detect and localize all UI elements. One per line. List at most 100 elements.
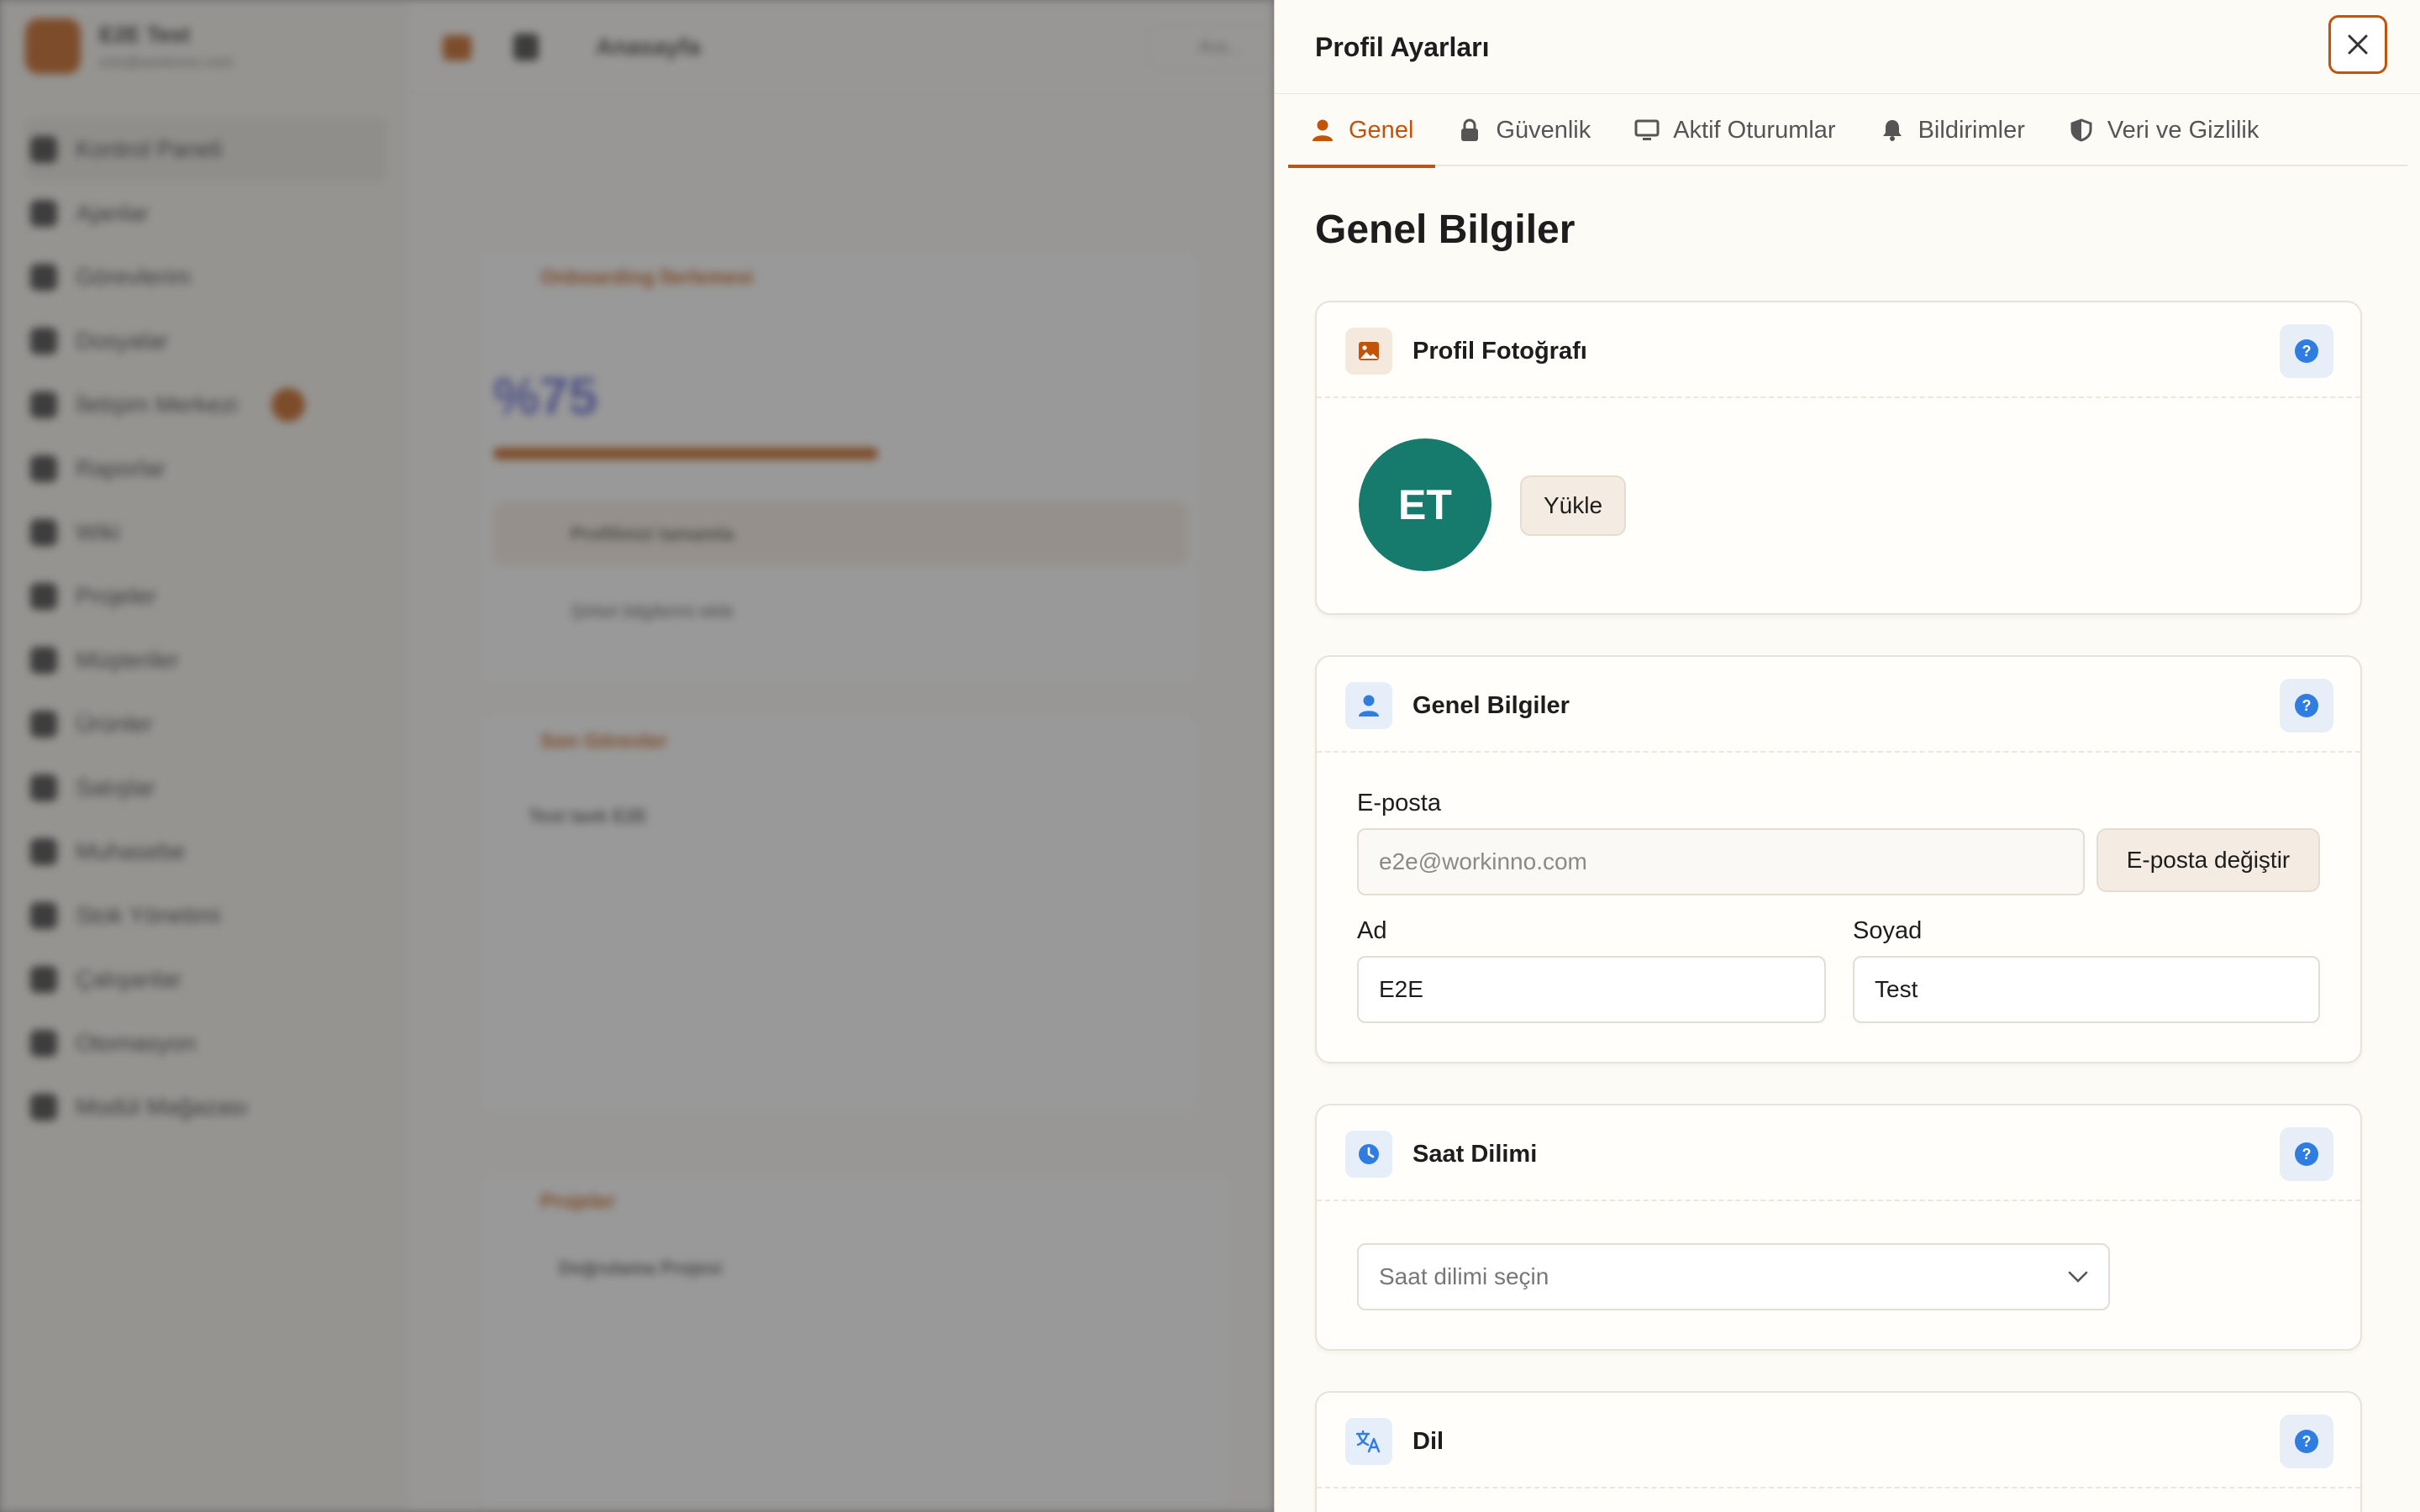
upload-button[interactable]: Yükle — [1520, 475, 1626, 536]
bg-nav-item: Kontrol Paneli — [25, 118, 387, 181]
app-logo — [25, 18, 81, 74]
tab-veri-ve-gizlilik[interactable]: Veri ve Gizlilik — [2047, 94, 2281, 166]
user-icon — [1345, 682, 1392, 729]
bg-card-title: Son Görevler — [540, 730, 667, 753]
bg-nav-label: Müşteriler — [76, 647, 179, 673]
bg-nav-label: Kontrol Paneli — [76, 136, 223, 162]
bg-nav-label: İletişim Merkezi — [76, 391, 238, 417]
bg-nav-item: Satışlar — [25, 756, 387, 820]
bg-app-subtitle: e2e@workinno.com — [99, 54, 234, 71]
section-title: Genel Bilgiler — [1315, 207, 1576, 252]
background-app: E2E Test e2e@workinno.com Kontrol Paneli… — [0, 0, 1315, 1512]
tab-aktif-oturumlar[interactable]: Aktif Oturumlar — [1612, 94, 1857, 166]
clock-icon — [1345, 1131, 1392, 1178]
bg-nav-icon — [30, 328, 57, 354]
bg-percent: %75 — [493, 368, 598, 426]
timezone-card: Saat Dilimi ? Saat dilimi seçin — [1315, 1104, 2362, 1351]
bg-nav-item: Görevlerim — [25, 245, 387, 309]
bg-card-title: Projeler — [540, 1190, 616, 1213]
profile-settings-panel: Profil Ayarları Genel Güvenlik Aktif Otu… — [1274, 0, 2420, 1512]
email-label: E-posta — [1357, 790, 1441, 816]
user-icon — [1310, 118, 1335, 143]
close-button[interactable] — [2328, 15, 2387, 74]
bg-nav-item: Modül Mağazası — [25, 1075, 387, 1139]
card-header: Profil Fotoğrafı ? — [1317, 302, 2360, 398]
bg-nav-item: Stok Yönetimi — [25, 884, 387, 948]
bg-card-title: Onboarding İlerlemesi — [540, 266, 754, 289]
bg-nav-icon — [30, 711, 57, 738]
chevron-down-icon — [2068, 1271, 2088, 1283]
bg-menu-icon — [443, 35, 471, 60]
bg-nav-label: Çalışanlar — [76, 966, 182, 992]
bg-card-projects: Projeler Doğrulama Projesi — [477, 1173, 1234, 1509]
avatar: ET — [1359, 438, 1491, 571]
bg-nav-icon — [30, 966, 57, 993]
bg-nav-item: İletişim Merkezi — [25, 373, 387, 437]
close-icon — [2348, 34, 2368, 55]
select-placeholder: Saat dilimi seçin — [1379, 1263, 1549, 1289]
bg-nav-icon — [30, 647, 57, 674]
bg-nav-icon — [30, 1094, 57, 1121]
help-button[interactable]: ? — [2280, 324, 2333, 378]
translate-icon — [1345, 1418, 1392, 1465]
bg-home-icon — [513, 34, 539, 60]
card-title: Profil Fotoğrafı — [1413, 338, 1587, 365]
bg-nav-item: Çalışanlar — [25, 948, 387, 1011]
bg-nav-label: Modül Mağazası — [76, 1094, 249, 1120]
bg-progress-bar — [493, 448, 878, 459]
first-name-field[interactable]: E2E — [1357, 956, 1826, 1023]
tab-guvenlik[interactable]: Güvenlik — [1435, 94, 1612, 166]
card-header: Genel Bilgiler ? — [1317, 657, 2360, 753]
bg-nav-icon — [30, 583, 57, 610]
bg-nav-item: Ajanlar — [25, 181, 387, 245]
bg-nav-label: Raporlar — [76, 455, 166, 481]
timezone-select[interactable]: Saat dilimi seçin — [1357, 1243, 2110, 1310]
bg-nav-label: Muhasebe — [76, 838, 186, 864]
card-header: Saat Dilimi ? — [1317, 1105, 2360, 1201]
help-button[interactable]: ? — [2280, 679, 2333, 732]
bg-nav-label: Projeler — [76, 583, 157, 609]
card-header: Dil ? — [1317, 1393, 2360, 1488]
tab-genel[interactable]: Genel — [1288, 94, 1436, 168]
bg-nav-label: Dosyalar — [76, 328, 169, 354]
bg-sidebar: E2E Test e2e@workinno.com Kontrol Paneli… — [0, 0, 408, 1512]
panel-title: Profil Ayarları — [1315, 32, 1490, 62]
last-name-field[interactable]: Test — [1853, 956, 2320, 1023]
bg-breadcrumb: Anasayfa — [596, 34, 701, 60]
bg-row-text: Şirket bilgilerini ekle — [571, 601, 734, 622]
bg-nav-icon — [30, 1030, 57, 1057]
bg-nav-label: Wiki — [76, 519, 120, 545]
help-button[interactable]: ? — [2280, 1127, 2333, 1181]
change-email-button[interactable]: E-posta değiştir — [2096, 828, 2320, 892]
image-icon — [1345, 328, 1392, 375]
bg-nav-item: Müşteriler — [25, 628, 387, 692]
bg-nav-item: Muhasebe — [25, 820, 387, 884]
help-button[interactable]: ? — [2280, 1415, 2333, 1468]
general-info-card: Genel Bilgiler ? E-posta e2e@workinno.co… — [1315, 655, 2362, 1063]
bg-nav-label: Ürünler — [76, 711, 153, 737]
bell-icon — [1880, 118, 1905, 143]
last-name-label: Soyad — [1853, 917, 1923, 944]
bg-nav-item: Otomasyon — [25, 1011, 387, 1075]
email-field[interactable]: e2e@workinno.com — [1357, 828, 2085, 895]
help-icon: ? — [2295, 1430, 2318, 1453]
lock-icon — [1457, 118, 1482, 143]
help-icon: ? — [2295, 694, 2318, 717]
bg-card-tasks: Son Görevler Test task E2E — [477, 712, 1200, 1116]
bg-nav-label: Ajanlar — [76, 200, 150, 226]
tab-bildirimler[interactable]: Bildirimler — [1858, 94, 2047, 166]
bg-nav-label: Satışlar — [76, 774, 155, 801]
bg-app-name: E2E Test — [99, 22, 190, 47]
bg-nav-item: Projeler — [25, 564, 387, 628]
bg-nav-icon — [30, 519, 57, 546]
bg-nav: Kontrol Paneli Ajanlar Görevlerim Dosyalar İ… — [25, 118, 387, 1139]
help-icon: ? — [2295, 1142, 2318, 1166]
bg-nav-icon — [30, 136, 57, 163]
bg-nav-icon — [30, 774, 57, 801]
card-title: Saat Dilimi — [1413, 1141, 1538, 1168]
bg-topbar: Anasayfa Ara... — [408, 0, 1315, 92]
monitor-icon — [1634, 118, 1660, 143]
bg-nav-label: Stok Yönetimi — [76, 902, 221, 928]
card-title: Dil — [1413, 1428, 1444, 1455]
bg-nav-icon — [30, 838, 57, 865]
